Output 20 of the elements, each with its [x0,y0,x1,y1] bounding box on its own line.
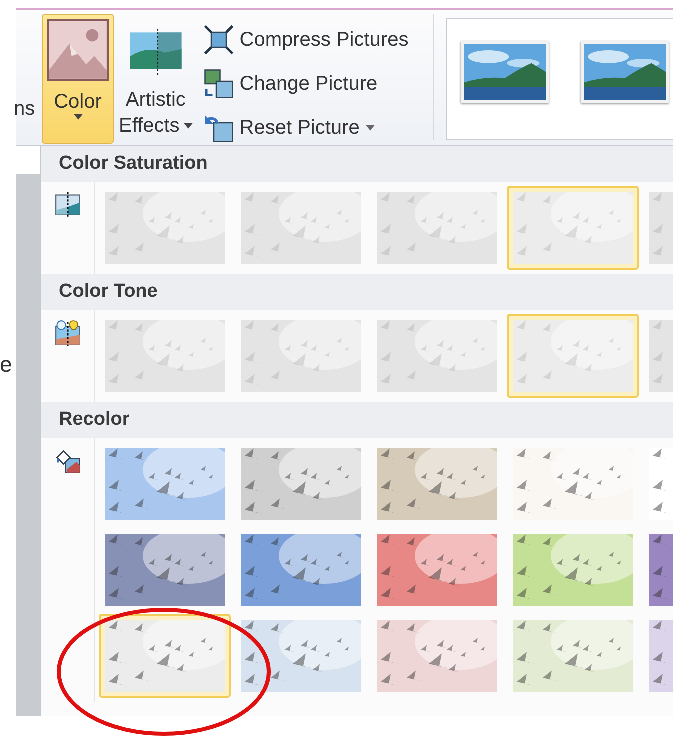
gallery-item[interactable] [99,614,231,698]
undo-picture-icon [204,113,234,143]
ribbon-button[interactable]: Change Picture [204,66,409,102]
tone-icon [54,320,80,346]
compress-icon [204,25,234,55]
color-button[interactable]: Color [42,14,114,144]
picture-style-button[interactable] [566,18,673,140]
swap-pictures-icon [204,69,234,99]
picture-style-button[interactable] [446,18,567,140]
cut-label: ns [14,98,36,121]
artistic-effects-button[interactable]: Artistic Effects [114,14,198,144]
mountain-picture-icon [47,19,109,81]
section-header: Color Tone [41,274,673,310]
section-header: Color Saturation [41,146,673,182]
ribbon-button[interactable]: Reset Picture [204,110,409,146]
cut-label: e [0,352,14,378]
paint-bucket-picture-icon [54,448,80,474]
ribbon-button[interactable]: Compress Pictures [204,22,409,58]
section-header: Recolor [41,402,673,438]
saturation-icon [54,192,80,218]
